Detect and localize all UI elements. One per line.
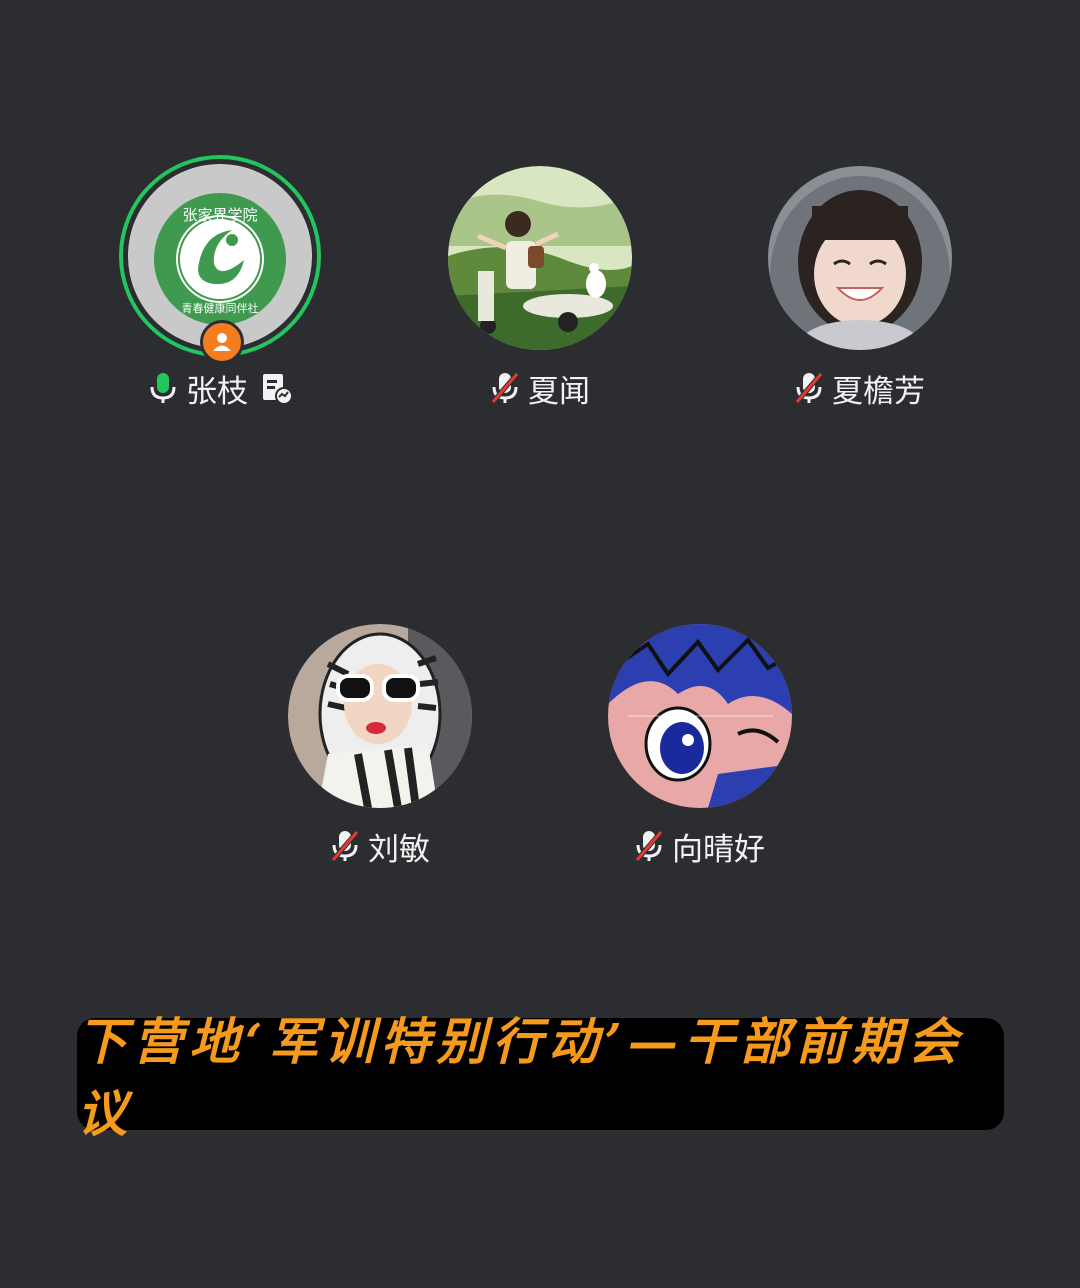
sunglasses-scarf-photo — [288, 624, 472, 808]
participant-name: 向晴好 — [672, 831, 765, 868]
participant-name-row: 刘敏 — [330, 824, 430, 868]
microphone-active-icon — [150, 373, 176, 403]
microphone-muted-icon — [635, 830, 663, 862]
logo-top-text: 张家界学院 — [182, 206, 257, 224]
microphone-muted-icon — [795, 372, 823, 404]
participant-name-row: 夏闻 — [490, 366, 590, 410]
participant-name-row: 向晴好 — [634, 824, 765, 868]
participant-name: 刘敏 — [368, 831, 430, 868]
meeting-title-banner: 下营地‘军训特别行动’—干部前期会议 — [77, 1012, 1004, 1143]
participant-name: 张枝 — [186, 373, 248, 410]
girl-illustration — [448, 166, 632, 350]
host-badge-icon — [200, 320, 244, 364]
participant-name-row: 张枝 — [148, 366, 294, 410]
participant-name: 夏闻 — [528, 373, 590, 410]
avatar[interactable] — [448, 166, 632, 350]
meeting-title: 下营地‘军训特别行动’—干部前期会议 — [77, 1012, 964, 1143]
smiling-girl-photo — [768, 166, 952, 350]
screen-share-doc-icon — [263, 374, 293, 405]
avatar[interactable] — [288, 624, 472, 808]
participant-name-row: 夏檐芳 — [794, 366, 925, 410]
microphone-muted-icon — [491, 372, 519, 404]
avatar[interactable] — [608, 624, 792, 808]
microphone-muted-icon — [331, 830, 359, 862]
avatar[interactable] — [768, 166, 952, 350]
logo-bottom-text: 青春健康同伴社 — [182, 301, 259, 315]
anime-character — [608, 624, 792, 808]
participant-name: 夏檐芳 — [832, 373, 925, 410]
